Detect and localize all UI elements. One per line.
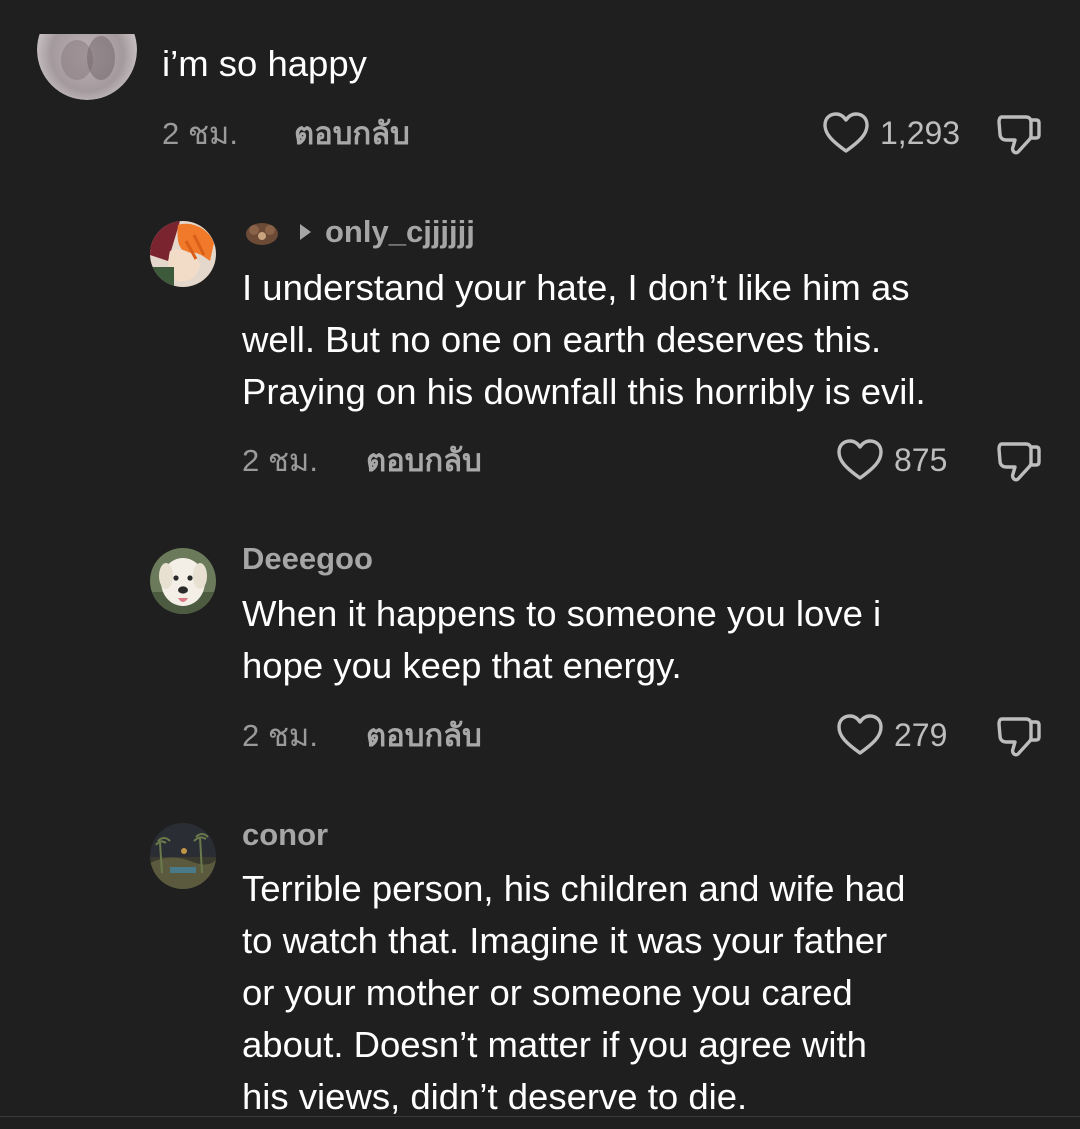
avatar[interactable] — [150, 548, 216, 614]
comment-text: i’m so happy — [162, 43, 367, 84]
comment-time: 2 ชม. — [242, 443, 318, 478]
caret-right-icon — [300, 224, 311, 240]
like-count: 1,293 — [880, 114, 961, 151]
comment-username[interactable]: conor — [242, 817, 328, 853]
comment-time: 2 ชม. — [162, 116, 238, 151]
heart-outline-icon — [836, 438, 884, 482]
thumbs-down-outline-icon[interactable] — [996, 439, 1042, 485]
comment-thread: i’m so happy 2 ชม. ตอบกลับ 1,293 only_cj… — [0, 0, 1080, 1129]
avatar[interactable] — [150, 823, 216, 889]
comment-meta: 2 ชม. ตอบกลับ — [162, 113, 410, 153]
comment-username[interactable]: only_cjjjjjj — [242, 214, 475, 250]
comment-time: 2 ชม. — [242, 718, 318, 753]
like-button[interactable]: 1,293 — [822, 110, 960, 156]
like-count: 875 — [894, 441, 948, 478]
comment-text: When it happens to someone you love i ho… — [242, 593, 882, 686]
heart-outline-icon — [822, 111, 870, 155]
reply-to-username[interactable]: only_cjjjjjj — [325, 214, 475, 250]
comment-meta: 2 ชม. ตอบกลับ — [242, 440, 482, 480]
reply-button[interactable]: ตอบกลับ — [366, 710, 482, 760]
comment-text: Terrible person, his children and wife h… — [242, 868, 906, 1117]
divider — [0, 1116, 1080, 1117]
heart-outline-icon — [836, 713, 884, 757]
comment-meta: 2 ชม. ตอบกลับ — [242, 715, 482, 755]
reply-button[interactable]: ตอบกลับ — [366, 435, 482, 485]
comment-text: I understand your hate, I don’t like him… — [242, 267, 926, 412]
reply-button[interactable]: ตอบกลับ — [294, 108, 410, 158]
like-count: 279 — [894, 716, 948, 753]
thumbs-down-outline-icon[interactable] — [996, 714, 1042, 760]
like-button[interactable]: 279 — [836, 712, 947, 758]
comment-username[interactable]: Deeegoo — [242, 541, 373, 577]
thumbs-down-outline-icon[interactable] — [996, 112, 1042, 158]
avatar[interactable] — [37, 34, 137, 100]
avatar[interactable] — [150, 221, 216, 287]
reply-to-avatar — [242, 216, 282, 248]
like-button[interactable]: 875 — [836, 437, 947, 483]
